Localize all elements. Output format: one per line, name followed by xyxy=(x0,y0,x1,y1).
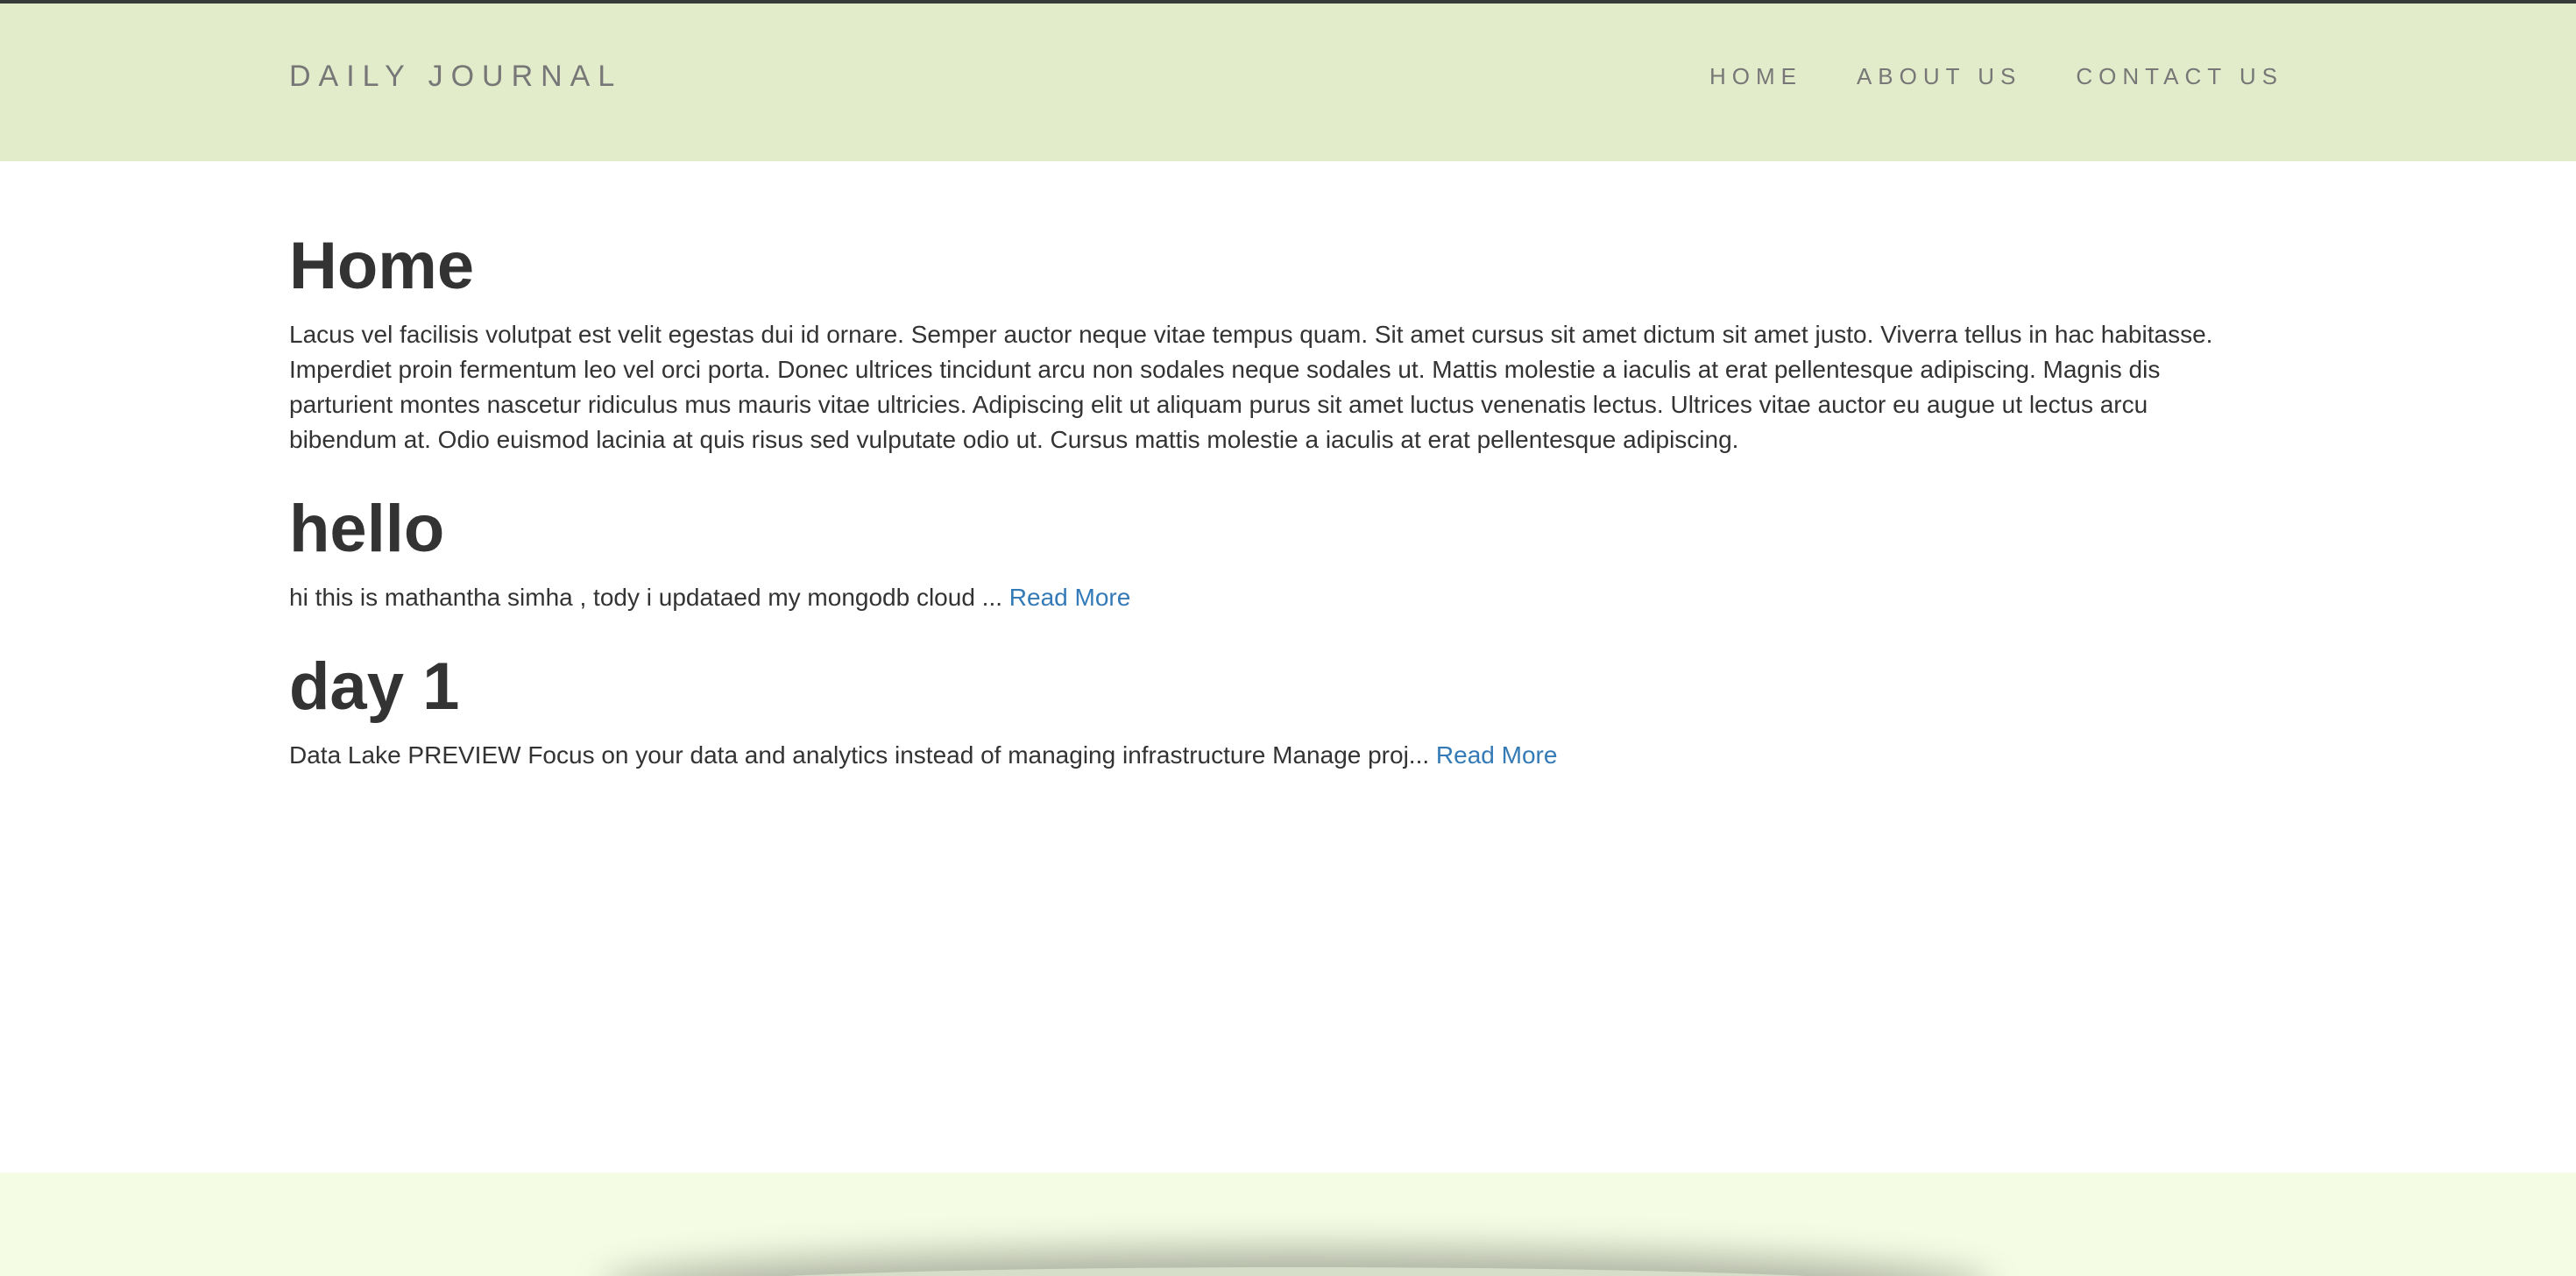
post-excerpt-text: Data Lake PREVIEW Focus on your data and… xyxy=(289,741,1436,769)
post-title: hello xyxy=(289,492,445,566)
nav-link-about-us[interactable]: ABOUT US xyxy=(1857,62,2021,90)
footer-shadow-decoration xyxy=(613,1267,1980,1276)
home-starting-content: Lacus vel facilisis volutpat est velit e… xyxy=(289,321,2213,453)
page-title: Home xyxy=(289,229,475,303)
post-excerpt: hi this is mathantha simha , tody i upda… xyxy=(289,580,1130,615)
read-more-link[interactable]: Read More xyxy=(1436,741,1558,769)
post-excerpt-text: hi this is mathantha simha , tody i upda… xyxy=(289,584,1009,611)
nav-links: HOME ABOUT US CONTACT US xyxy=(1709,62,2283,90)
post-excerpt: Data Lake PREVIEW Focus on your data and… xyxy=(289,738,1557,773)
brand-logo-link[interactable]: DAILY JOURNAL xyxy=(289,59,622,94)
post-title: day 1 xyxy=(289,649,460,724)
nav-link-contact-us[interactable]: CONTACT US xyxy=(2076,62,2283,90)
nav-link-home[interactable]: HOME xyxy=(1709,62,1802,90)
footer xyxy=(0,1173,2576,1276)
navbar: DAILY JOURNAL HOME ABOUT US CONTACT US xyxy=(0,4,2576,161)
read-more-link[interactable]: Read More xyxy=(1009,584,1131,611)
